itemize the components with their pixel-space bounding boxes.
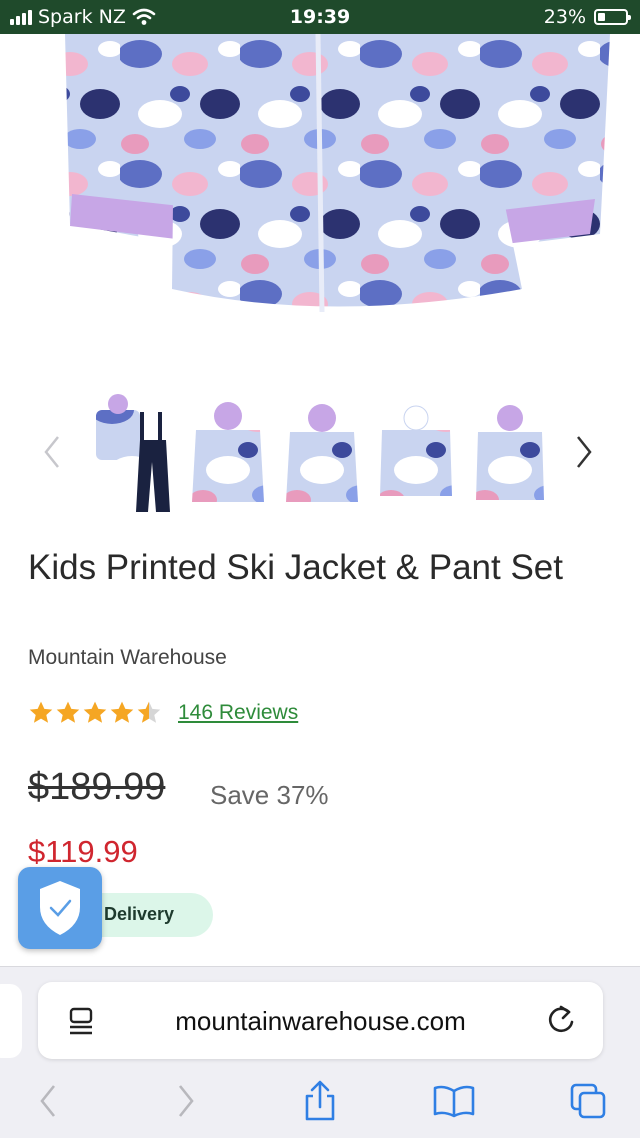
security-shield-button[interactable] xyxy=(18,867,102,949)
thumbnail-jacket-side[interactable] xyxy=(470,390,556,516)
thumbnail-jacket-hood[interactable] xyxy=(282,390,368,516)
previous-tab-edge[interactable] xyxy=(0,984,22,1058)
product-title: Kids Printed Ski Jacket & Pant Set xyxy=(28,548,563,587)
status-bar: Spark NZ 19:39 23% xyxy=(0,0,640,34)
thumbnail-jacket-front[interactable] xyxy=(188,390,274,516)
address-bar[interactable]: mountainwarehouse.com xyxy=(38,982,603,1059)
book-icon xyxy=(433,1085,475,1118)
chevron-right-icon xyxy=(178,1085,194,1117)
url-text: mountainwarehouse.com xyxy=(175,1006,466,1036)
bookmarks-button[interactable] xyxy=(432,1079,476,1123)
battery-icon xyxy=(594,9,631,25)
back-button[interactable] xyxy=(26,1079,70,1123)
battery-percent: 23% xyxy=(543,6,586,28)
original-price: $189.99 xyxy=(28,766,166,808)
thumbnail-jacket-back[interactable] xyxy=(376,390,462,516)
star-icon xyxy=(83,701,107,723)
product-brand[interactable]: Mountain Warehouse xyxy=(28,646,227,670)
reviews-link[interactable]: 146 Reviews xyxy=(178,701,298,725)
tabs-icon xyxy=(570,1083,606,1119)
forward-button[interactable] xyxy=(164,1079,208,1123)
star-icon xyxy=(29,701,53,723)
delivery-label: Delivery xyxy=(104,904,175,924)
sale-price: $119.99 xyxy=(28,834,138,869)
star-icon xyxy=(137,701,161,723)
tabs-button[interactable] xyxy=(566,1079,610,1123)
star-rating xyxy=(28,700,162,726)
rating-row: 146 Reviews xyxy=(28,700,298,726)
discount-label: Save 37% xyxy=(210,780,329,810)
thumbnail-jacket-pants[interactable] xyxy=(92,390,178,516)
share-button[interactable] xyxy=(298,1079,342,1123)
browser-toolbar: mountainwarehouse.com xyxy=(0,966,640,1138)
product-main-image[interactable] xyxy=(0,34,640,364)
thumbnail-prev-arrow[interactable] xyxy=(32,428,72,476)
thumbnail-next-arrow[interactable] xyxy=(564,428,604,476)
chevron-left-icon xyxy=(40,1085,56,1117)
chevron-left-icon xyxy=(44,436,59,468)
shield-check-icon xyxy=(40,881,80,935)
chevron-right-icon xyxy=(577,436,592,468)
thumbnail-strip xyxy=(0,390,640,520)
star-icon xyxy=(110,701,134,723)
reload-icon[interactable] xyxy=(547,1004,577,1036)
share-icon xyxy=(305,1080,335,1121)
star-icon xyxy=(56,701,80,723)
